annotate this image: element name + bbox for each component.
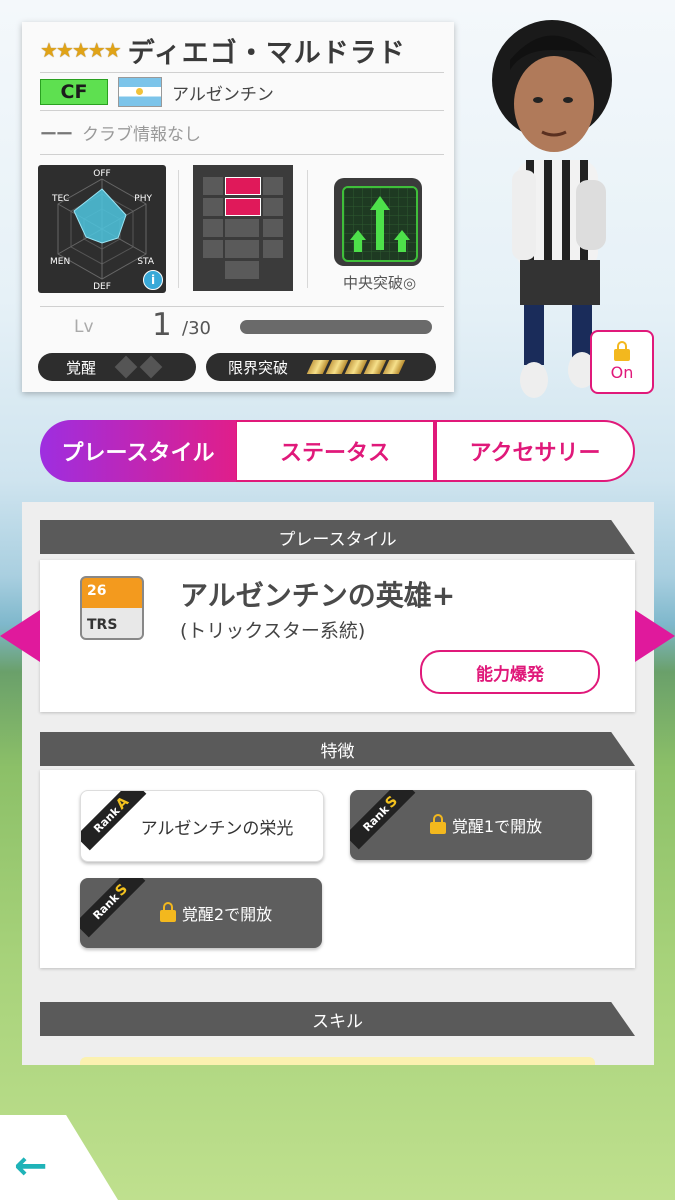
formation-cell [225,261,259,279]
radar-label-men: MEN [50,257,70,267]
position-badge: CF [40,79,108,105]
trait-card-locked[interactable]: Rank S 覚醒1で開放 [350,790,592,860]
divider [40,110,444,111]
ability-burst-button[interactable]: 能力爆発 [420,650,600,694]
radar-label-tec: TEC [51,194,69,204]
radar-label-phy: PHY [134,194,152,204]
formation-cell [203,240,223,258]
trait-lock-label: 覚醒2で開放 [181,905,273,924]
formation-cell [263,240,283,258]
playstyle-name: アルゼンチンの英雄+ [180,579,456,612]
level-max: /30 [182,318,211,339]
formation-cell [263,198,283,216]
trickster-icon: 26 TRS [80,576,144,640]
divider [40,154,444,155]
level-row: Lv 1 /30 [40,307,440,347]
player-card: ★★★★★ ディエゴ・マルドラド CF アルゼンチン ーー クラブ情報なし OF… [22,22,454,392]
back-arrow-icon[interactable]: ← [14,1143,48,1189]
next-arrow-icon[interactable] [635,610,675,662]
trait-lock-label: 覚醒1で開放 [451,817,543,836]
player-name: ディエゴ・マルドラド [127,37,406,69]
padlock-icon [429,814,446,834]
formation-cell [203,198,223,216]
argentina-flag-icon [118,77,162,107]
previous-arrow-icon[interactable] [0,610,40,662]
arrow-up-icon [344,188,416,260]
awaken-diamond-icon [139,355,163,379]
traits-body: Rank A アルゼンチンの栄光 Rank S 覚醒1で開放 Rank S 覚醒2で開… [40,770,635,968]
stats-radar[interactable]: OFF TEC PHY MEN STA DEF i [38,165,166,293]
formation-cell [203,177,223,195]
formation-cell [263,219,283,237]
limit-bar [382,360,406,374]
rarity-stars: ★★★★★ [40,38,122,62]
playstyle-subtitle: (トリックスター系統) [180,620,366,642]
skill-card-peek[interactable] [80,1057,595,1065]
formation-cell [225,219,259,237]
playstyle-header: プレースタイル [40,520,635,554]
trait-card[interactable]: Rank A アルゼンチンの栄光 [80,790,324,862]
formation-cell [225,240,259,258]
tab-status[interactable]: ステータス [236,420,435,482]
country-label: アルゼンチン [172,84,274,105]
limit-break-status: 限界突破 [206,353,436,381]
formation-map[interactable] [193,165,293,291]
info-icon[interactable]: i [143,270,163,290]
level-label: Lv [74,317,94,337]
formation-cell-cf [225,177,261,195]
playstyle-icon-number: 26 [87,583,107,599]
level-value: 1 [152,307,172,343]
traits-header: 特徴 [40,732,635,766]
awaken-status: 覚醒 [38,353,196,381]
formation-cell [263,177,283,195]
padlock-icon [614,340,630,361]
tactic-label: 中央突破◎ [342,274,417,292]
radar-label-def: DEF [93,282,111,292]
formation-cell [203,219,223,237]
awaken-diamond-icon [114,355,138,379]
rank-badge: Rank S [80,878,146,938]
player-name-row: ★★★★★ ディエゴ・マルドラド [40,30,406,70]
club-row: ーー クラブ情報なし [40,119,201,145]
level-progress-bar [240,320,432,334]
divider [307,170,308,288]
playstyle-icon-tag: TRS [87,617,118,633]
divider [178,170,179,288]
limit-break-label: 限界突破 [228,358,289,377]
radar-label-sta: STA [137,257,155,267]
lock-toggle-button[interactable]: On [590,330,654,394]
tab-bar: プレースタイル ステータス アクセサリー [40,420,635,482]
skills-header: スキル [40,1002,635,1036]
tactic-icon[interactable] [334,178,422,266]
position-row: CF アルゼンチン [40,76,274,108]
rank-badge: Rank S [350,790,416,850]
tab-playstyle[interactable]: プレースタイル [40,420,236,482]
formation-cell-cf [225,198,261,216]
radar-label-off: OFF [93,169,110,179]
lock-toggle-label: On [610,362,634,382]
awaken-label: 覚醒 [66,358,97,377]
trait-card-locked[interactable]: Rank S 覚醒2で開放 [80,878,322,948]
rank-badge: Rank A [81,791,147,851]
club-dash: ーー [40,124,73,145]
divider [40,72,444,73]
padlock-icon [159,902,176,922]
playstyle-body: 26 TRS アルゼンチンの英雄+ (トリックスター系統) 能力爆発 [40,560,635,712]
club-label: クラブ情報なし [82,124,201,145]
trait-label: アルゼンチンの栄光 [140,818,294,839]
detail-panel: プレースタイル 26 TRS アルゼンチンの英雄+ (トリックスター系統) 能力… [22,502,654,1065]
tab-accessory[interactable]: アクセサリー [435,420,635,482]
limit-break-bars [306,360,406,374]
